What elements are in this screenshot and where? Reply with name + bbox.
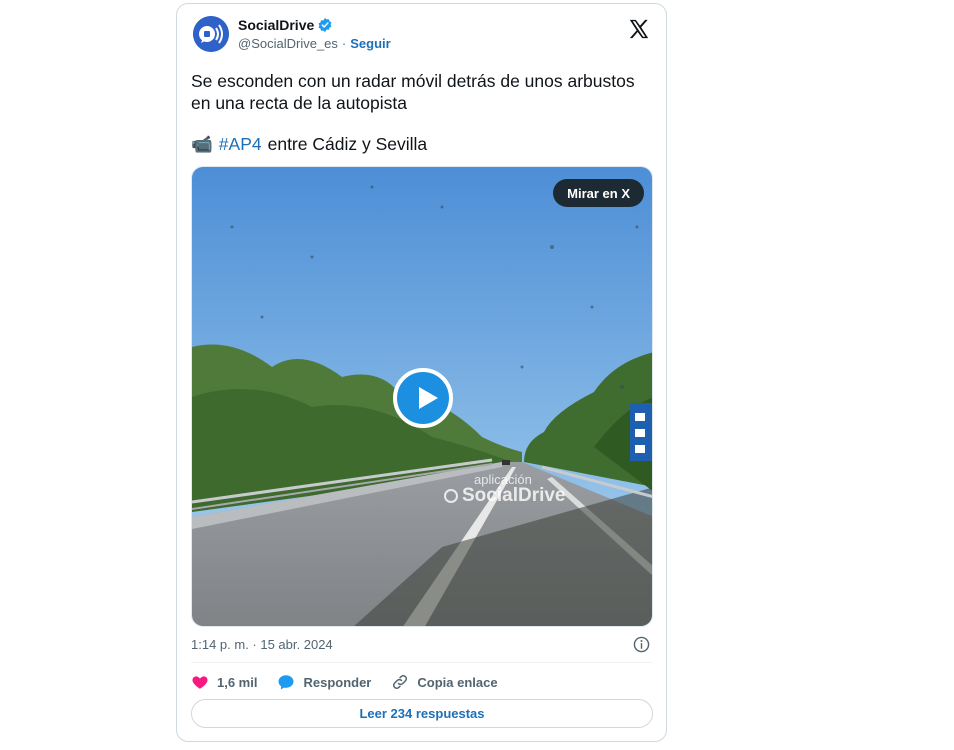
reply-icon (278, 675, 294, 690)
video-player[interactable]: Mirar en X aplicación SocialDrive (191, 166, 653, 627)
hashtag-link[interactable]: #AP4 (219, 134, 262, 155)
location-text: entre Cádiz y Sevilla (267, 134, 428, 154)
link-icon (393, 674, 408, 690)
heart-icon (192, 676, 208, 689)
tweet-text: Se esconden con un radar móvil detrás de… (191, 71, 635, 113)
tweet-card: SocialDrive @SocialDrive_es · Seguir Se … (176, 3, 667, 742)
like-button[interactable]: 1,6 mil (191, 673, 257, 691)
avatar[interactable] (193, 16, 229, 52)
verified-icon (318, 18, 332, 32)
action-bar: 1,6 mil Responder Copia enlace (191, 672, 518, 692)
x-logo-icon[interactable] (628, 18, 650, 40)
tweet-location-line: 📹 #AP4 entre Cádiz y Sevilla (191, 134, 427, 155)
watermark-brand: SocialDrive (444, 485, 566, 507)
tweet-timestamp[interactable]: 1:14 p. m. · 15 abr. 2024 (191, 637, 333, 652)
name-row: SocialDrive (238, 17, 333, 33)
read-replies-button[interactable]: Leer 234 respuestas (191, 699, 653, 728)
divider (191, 662, 652, 663)
handle-row: @SocialDrive_es · Seguir (238, 36, 391, 51)
watch-on-x-button[interactable]: Mirar en X (553, 179, 644, 207)
play-icon[interactable] (393, 368, 453, 428)
watermark-brand-text: SocialDrive (462, 485, 566, 506)
account-name[interactable]: SocialDrive (238, 17, 314, 33)
video-camera-icon: 📹 (191, 134, 213, 154)
follow-link[interactable]: Seguir (350, 36, 390, 51)
info-icon[interactable] (633, 636, 650, 653)
socialdrive-logo-icon (193, 16, 229, 52)
copy-link-label: Copia enlace (417, 674, 498, 690)
copy-link-button[interactable]: Copia enlace (391, 673, 498, 691)
like-count: 1,6 mil (217, 674, 258, 690)
reply-label: Responder (303, 674, 372, 690)
watermark-logo-icon (444, 489, 458, 503)
separator: · (341, 36, 347, 51)
account-handle[interactable]: @SocialDrive_es (238, 36, 338, 51)
reply-button[interactable]: Responder (277, 673, 371, 691)
tweet-header: SocialDrive @SocialDrive_es · Seguir (193, 16, 650, 56)
